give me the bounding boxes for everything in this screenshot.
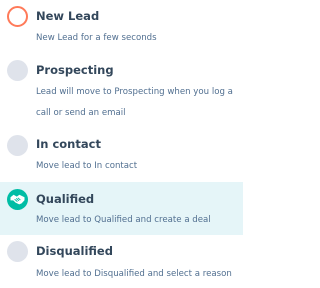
stage-disqualified[interactable]: Disqualified Move lead to Disqualified a… — [0, 235, 243, 288]
stage-description: Move lead to Disqualified and select a r… — [36, 269, 232, 279]
empty-circle-icon — [7, 60, 28, 81]
stage-in-contact[interactable]: In contact Move lead to In contact — [0, 130, 243, 182]
handshake-icon — [7, 189, 28, 210]
ring-icon — [7, 6, 28, 27]
stage-title: Qualified — [36, 192, 95, 206]
stage-title: New Lead — [36, 9, 100, 23]
lead-stage-list: New Lead New Lead for a few seconds Pros… — [0, 0, 243, 288]
stage-qualified[interactable]: Qualified Move lead to Qualified and cre… — [0, 182, 243, 235]
empty-circle-icon — [7, 135, 28, 156]
stage-description: New Lead for a few seconds — [36, 33, 157, 43]
stage-description: Move lead to Qualified and create a deal — [36, 215, 211, 225]
stage-title: In contact — [36, 137, 101, 151]
stage-prospecting[interactable]: Prospecting Lead will move to Prospectin… — [0, 54, 243, 130]
stage-title: Disqualified — [36, 244, 113, 258]
stage-description-line-2: call or send an email — [36, 108, 126, 118]
stage-title: Prospecting — [36, 63, 114, 77]
empty-circle-icon — [7, 241, 28, 262]
stage-description: Move lead to In contact — [36, 161, 138, 171]
stage-description-line-1: Lead will move to Prospecting when you l… — [36, 87, 233, 97]
stage-new-lead[interactable]: New Lead New Lead for a few seconds — [0, 0, 243, 54]
